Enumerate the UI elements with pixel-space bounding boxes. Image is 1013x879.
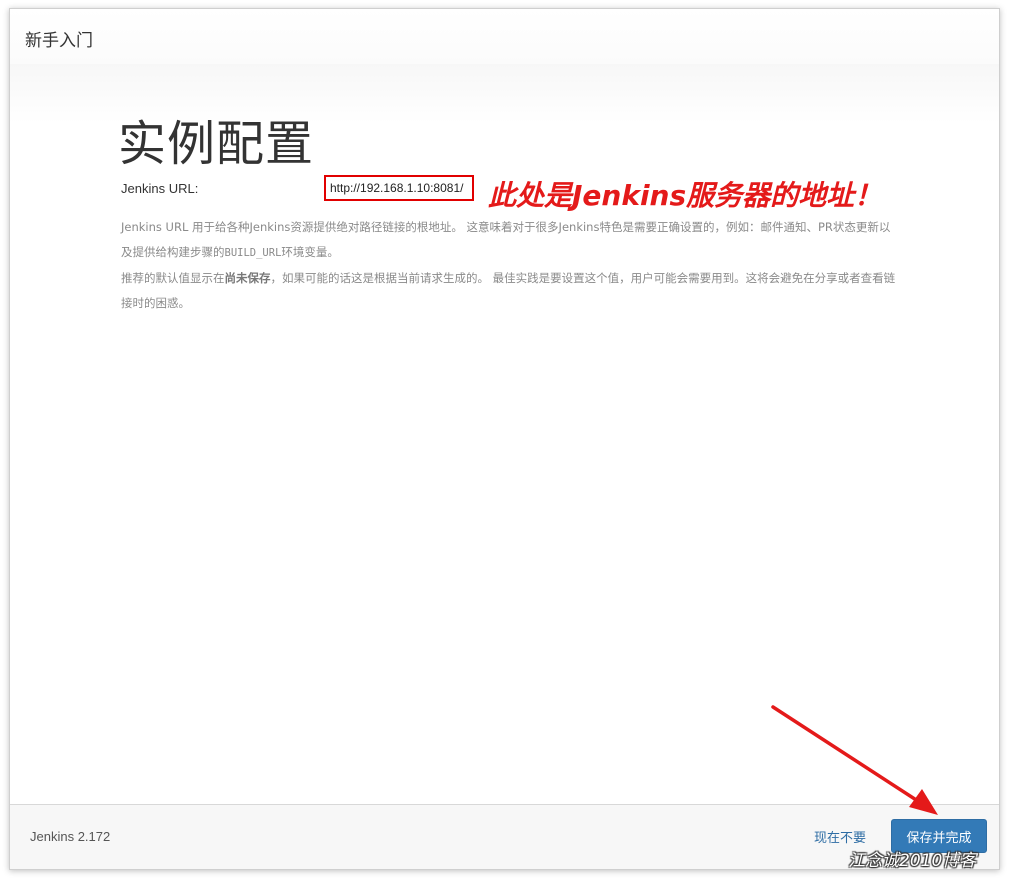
dialog-title: 新手入门 [25,31,93,51]
jenkins-url-label: Jenkins URL: [121,181,199,196]
not-saved-emphasis: 尚未保存 [224,271,271,285]
page-title: 实例配置 [118,116,315,172]
jenkins-url-input[interactable] [324,175,474,201]
help-paragraph-2: 推荐的默认值显示在尚未保存，如果可能的话这是根据当前请求生成的。 最佳实践是要设… [121,271,896,310]
help-text: Jenkins URL 用于给各种Jenkins资源提供绝对路径链接的根地址。 … [121,215,896,316]
help-paragraph-1: Jenkins URL 用于给各种Jenkins资源提供绝对路径链接的根地址。 … [121,220,891,259]
skip-link[interactable]: 现在不要 [814,827,866,846]
jenkins-version: Jenkins 2.172 [30,829,111,844]
dialog-body: 实例配置 Jenkins URL: 此处是Jenkins服务器的地址！ Jenk… [10,64,999,805]
build-url-code: BUILD_URL [224,247,282,259]
dialog-header: 新手入门 [10,9,999,65]
annotation-callout: 此处是Jenkins服务器的地址！ [488,179,883,212]
setup-wizard-dialog: 新手入门 实例配置 Jenkins URL: 此处是Jenkins服务器的地址！… [9,8,1000,870]
watermark: 江念诚2010博客 [848,851,977,871]
